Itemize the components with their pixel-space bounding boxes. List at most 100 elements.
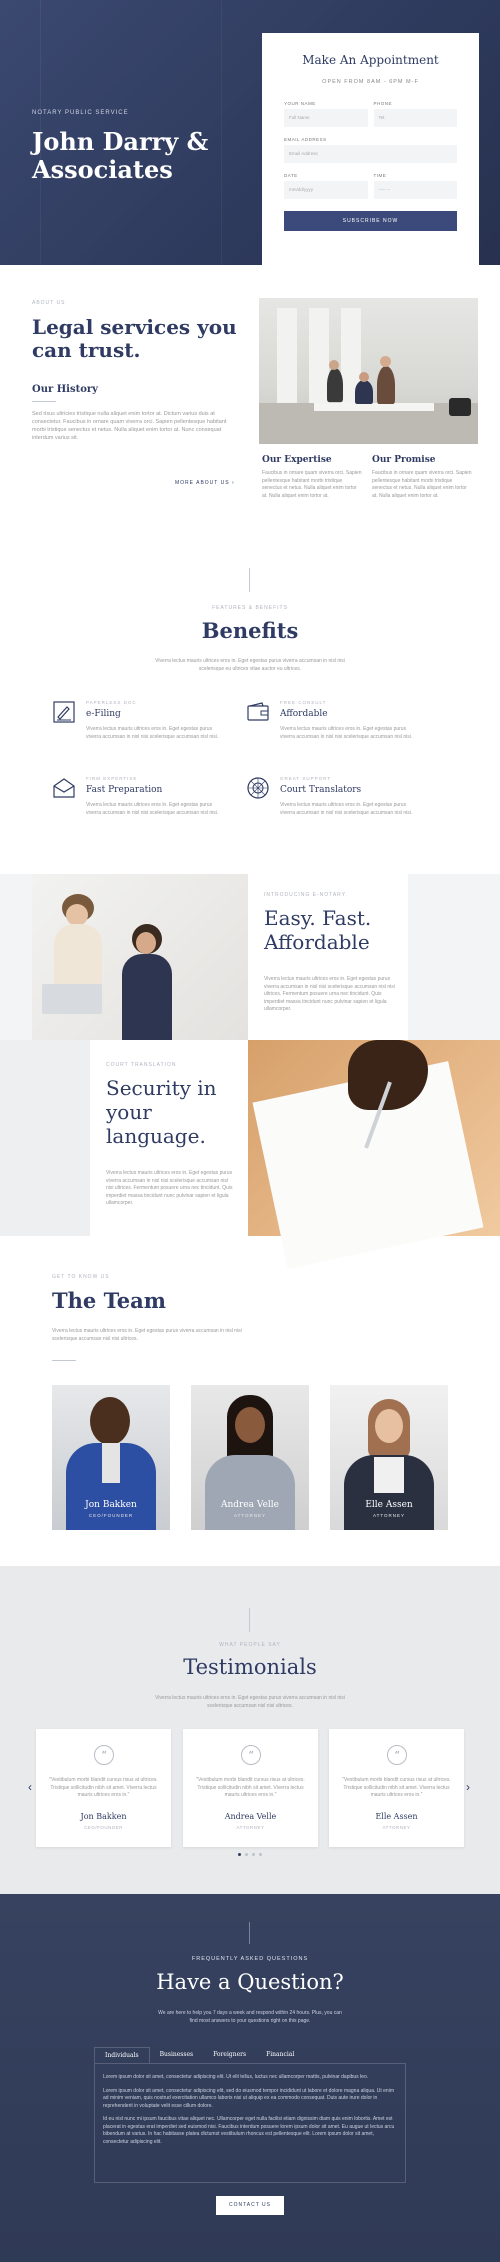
subscribe-button[interactable]: SUBSCRIBE NOW (284, 211, 457, 231)
testimonial-text: "Vestibulum morbi blandit cursus risus a… (342, 1777, 451, 1798)
benefit-title: Affordable (280, 709, 328, 719)
testimonial-card: “ "Vestibulum morbi blandit cursus risus… (183, 1729, 318, 1847)
wallet-icon (247, 702, 269, 721)
feature-side-panel (408, 874, 500, 1040)
faq-subtitle: We are here to help you 7 days a week an… (158, 2010, 342, 2024)
appointment-form: Make An Appointment OPEN FROM 8AM - 6PM … (262, 33, 479, 265)
testimonials-eyebrow: WHAT PEOPLE SAY (219, 1642, 281, 1648)
date-field[interactable]: mm/dd/yyyy (284, 181, 368, 199)
email-label: EMAIL ADDRESS (284, 137, 327, 142)
signature-icon (53, 701, 75, 723)
section-divider (249, 1608, 250, 1632)
benefits-subtitle: Viverra lectus mauris ultrices eros in. … (155, 658, 345, 672)
divider (52, 1360, 76, 1361)
email-field[interactable]: Email Address (284, 145, 457, 163)
faq-eyebrow: FREQUENTLY ASKED QUESTIONS (191, 1956, 309, 1962)
feature-side-panel (0, 1040, 90, 1236)
tab-businesses[interactable]: Businesses (150, 2047, 203, 2063)
member-name: Andrea Velle (221, 1500, 279, 1510)
history-text: Sed risus ultricies tristique nulla aliq… (32, 411, 227, 441)
name-label: YOUR NAME (284, 101, 316, 106)
more-about-label: MORE ABOUT US (175, 480, 230, 486)
benefit-text: Viverra lectus mauris ultrices eros in. … (280, 726, 413, 740)
contact-us-button[interactable]: CONTACT US (216, 2196, 284, 2215)
testimonial-name: Andrea Velle (224, 1812, 277, 1821)
faq-paragraph: Lorem ipsum dolor sit amet, consectetur … (103, 2087, 394, 2109)
benefit-eyebrow: PAPERLESS DOC (86, 700, 137, 705)
appointment-title: Make An Appointment (302, 53, 439, 67)
benefit-title: Fast Preparation (86, 785, 163, 795)
phone-label: PHONE (373, 101, 393, 106)
time-label: TIME (373, 173, 387, 178)
about-title: Legal services you can trust. (32, 315, 237, 362)
carousel-next-arrow-icon[interactable]: › (466, 1780, 470, 1794)
benefit-eyebrow: FIRM EXPERTISE (86, 776, 138, 781)
testimonial-name: Jon Bakken (80, 1812, 127, 1821)
office-meeting-image (259, 298, 478, 444)
expertise-text: Faucibus in ornare quam viverra orci. Sa… (262, 470, 362, 499)
section-divider (249, 1922, 250, 1944)
member-name: Jon Bakken (85, 1500, 137, 1510)
appointment-hours: OPEN FROM 8AM - 6PM M-F (322, 79, 419, 85)
envelope-icon (53, 778, 75, 798)
security-title: Security in your language. (106, 1076, 217, 1148)
team-title: The Team (52, 1288, 166, 1313)
signing-document-image (248, 1040, 500, 1269)
testimonial-role: ATTORNEY (236, 1825, 265, 1830)
phone-field[interactable]: Tel. (373, 109, 457, 127)
testimonials-title: Testimonials (183, 1655, 317, 1679)
hero-eyebrow: NOTARY PUBLIC SERVICE (32, 110, 129, 116)
testimonial-text: "Vestibulum morbi blandit cursus risus a… (196, 1777, 305, 1798)
team-subtitle: Viverra lectus mauris ultrices eros in. … (52, 1328, 242, 1342)
benefit-eyebrow: GREAT SUPPORT (280, 776, 332, 781)
carousel-prev-arrow-icon[interactable]: ‹ (28, 1780, 32, 1794)
feature-side-panel (0, 874, 32, 1040)
tab-individuals[interactable]: Individuals (94, 2047, 150, 2063)
hero-section: NOTARY PUBLIC SERVICE John Darry & Assoc… (0, 0, 500, 265)
easy-text: Viverra lectus mauris ultrices eros in. … (264, 976, 395, 1012)
section-divider (249, 568, 250, 592)
testimonial-role: ATTORNEY (382, 1825, 411, 1830)
carousel-dot[interactable] (245, 1853, 248, 1856)
testimonials-subtitle: Viverra lectus mauris ultrices eros in. … (155, 1695, 345, 1709)
expertise-title: Our Expertise (262, 455, 332, 465)
arrow-right-icon: › (231, 480, 235, 486)
member-role: ATTORNEY (233, 1513, 267, 1518)
divider (32, 401, 56, 402)
testimonial-name: Elle Assen (375, 1812, 418, 1821)
quote-icon: “ (387, 1745, 407, 1765)
team-card[interactable]: Elle Assen ATTORNEY (330, 1385, 448, 1530)
benefits-title: Benefits (201, 618, 299, 643)
carousel-dot[interactable] (259, 1853, 262, 1856)
more-about-link[interactable]: MORE ABOUT US › (175, 480, 235, 486)
tab-foreigners[interactable]: Foreigners (203, 2047, 256, 2063)
testimonial-role: CEO/FOUNDER (84, 1825, 123, 1830)
quote-icon: “ (241, 1745, 261, 1765)
history-title: Our History (32, 384, 98, 395)
team-card[interactable]: Andrea Velle ATTORNEY (191, 1385, 309, 1530)
hero-title: John Darry & Associates (32, 127, 209, 184)
tab-financial[interactable]: Financial (256, 2047, 304, 2063)
easy-title: Easy. Fast. Affordable (264, 906, 372, 954)
testimonial-text: "Vestibulum morbi blandit cursus risus a… (49, 1777, 158, 1798)
security-eyebrow: COURT TRANSLATION (106, 1062, 177, 1068)
office-women-image (32, 874, 248, 1040)
name-field[interactable]: Full Name (284, 109, 368, 127)
member-name: Elle Assen (365, 1500, 413, 1510)
time-field[interactable]: --:-- -- (373, 181, 457, 199)
carousel-dot[interactable] (252, 1853, 255, 1856)
team-card[interactable]: Jon Bakken CEO/FOUNDER (52, 1385, 170, 1530)
promise-text: Faucibus in ornare quam viverra orci. Sa… (372, 470, 472, 499)
about-eyebrow: ABOUT US (32, 300, 66, 306)
carousel-dot[interactable] (238, 1853, 241, 1856)
faq-tabs: Individuals Businesses Foreigners Financ… (94, 2047, 406, 2063)
benefits-eyebrow: FEATURES & BENEFITS (212, 605, 288, 611)
team-eyebrow: GET TO KNOW US (52, 1274, 110, 1280)
benefit-title: e-Filing (86, 709, 121, 719)
member-role: CEO/FOUNDER (88, 1513, 134, 1518)
faq-tab-panel: Lorem ipsum dolor sit amet, consectetur … (94, 2063, 406, 2183)
security-panel: COURT TRANSLATION Security in your langu… (90, 1040, 248, 1236)
member-role: ATTORNEY (372, 1513, 406, 1518)
testimonial-card: “ "Vestibulum morbi blandit cursus risus… (36, 1729, 171, 1847)
benefit-text: Viverra lectus mauris ultrices eros in. … (86, 726, 219, 740)
